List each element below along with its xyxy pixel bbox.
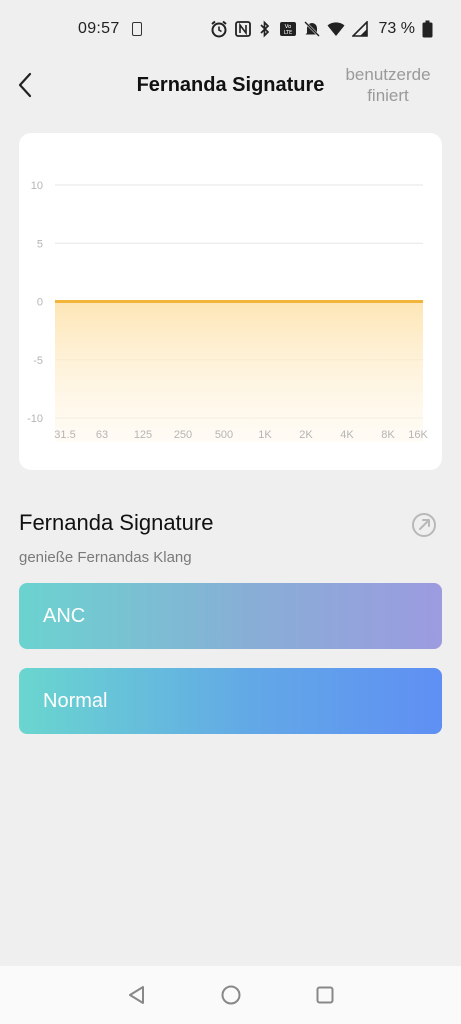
battery-percent: 73 % (378, 20, 415, 37)
share-button[interactable] (410, 511, 438, 539)
x-tick-label: 4K (340, 429, 354, 441)
anc-mode-button[interactable]: ANC (19, 583, 442, 649)
circle-home-icon (221, 985, 240, 1005)
y-tick-label: -5 (33, 355, 43, 367)
x-tick-label: 16K (408, 429, 428, 441)
custom-preset-label-1: benutzerde (345, 65, 431, 84)
nav-back-button[interactable] (125, 983, 149, 1007)
x-tick-label: 1K (258, 429, 272, 441)
preset-subtitle: genieße Fernandas Klang (19, 549, 192, 566)
square-recents-icon (316, 986, 333, 1004)
eq-area-fill (55, 301, 423, 442)
eq-chart[interactable]: 10 5 0 -5 -10 31.5 63 125 250 500 1K 2K 4K 8K 16K (19, 133, 442, 470)
bluetooth-icon (259, 20, 269, 38)
mute-icon (303, 21, 320, 37)
sim-icon (131, 22, 142, 36)
battery-icon (422, 20, 433, 38)
x-tick-label: 31.5 (54, 429, 75, 441)
eq-chart-card: 10 5 0 -5 -10 31.5 63 125 250 500 1K 2K 4K 8K 16K (19, 133, 442, 470)
wifi-icon (327, 22, 345, 36)
nav-recents-button[interactable] (313, 983, 337, 1007)
svg-text:LTE: LTE (283, 30, 291, 36)
x-tick-label: 125 (134, 429, 152, 441)
x-tick-label: 500 (215, 429, 233, 441)
y-tick-label: 5 (37, 238, 43, 250)
normal-mode-button[interactable]: Normal (19, 668, 442, 734)
nav-home-button[interactable] (219, 983, 243, 1007)
preset-title: Fernanda Signature (19, 510, 214, 535)
normal-mode-label: Normal (43, 689, 108, 712)
y-tick-label: 0 (37, 297, 43, 309)
custom-preset-label-2: finiert (367, 86, 409, 105)
status-bar: 09:57 Vo LTE 73 % (0, 0, 461, 58)
status-icons: Vo LTE 73 % (210, 20, 433, 38)
x-tick-label: 2K (299, 429, 313, 441)
nfc-icon (234, 21, 251, 37)
x-tick-label: 63 (96, 429, 108, 441)
alarm-icon (210, 20, 227, 38)
volte-icon: VoLTE (279, 22, 296, 36)
app-header: Fernanda Signature benutzerde finiert (0, 58, 461, 116)
share-icon (412, 513, 436, 537)
y-tick-label: 10 (31, 180, 43, 192)
x-tick-label: 250 (174, 429, 192, 441)
signal-icon (351, 21, 368, 37)
y-tick-label: -10 (27, 413, 43, 425)
x-tick-label: 8K (381, 429, 395, 441)
triangle-back-icon (128, 986, 144, 1004)
custom-preset-button[interactable]: benutzerde finiert (333, 64, 443, 106)
status-time: 09:57 (78, 20, 120, 37)
anc-mode-label: ANC (43, 604, 86, 627)
system-nav-bar (0, 966, 461, 1024)
